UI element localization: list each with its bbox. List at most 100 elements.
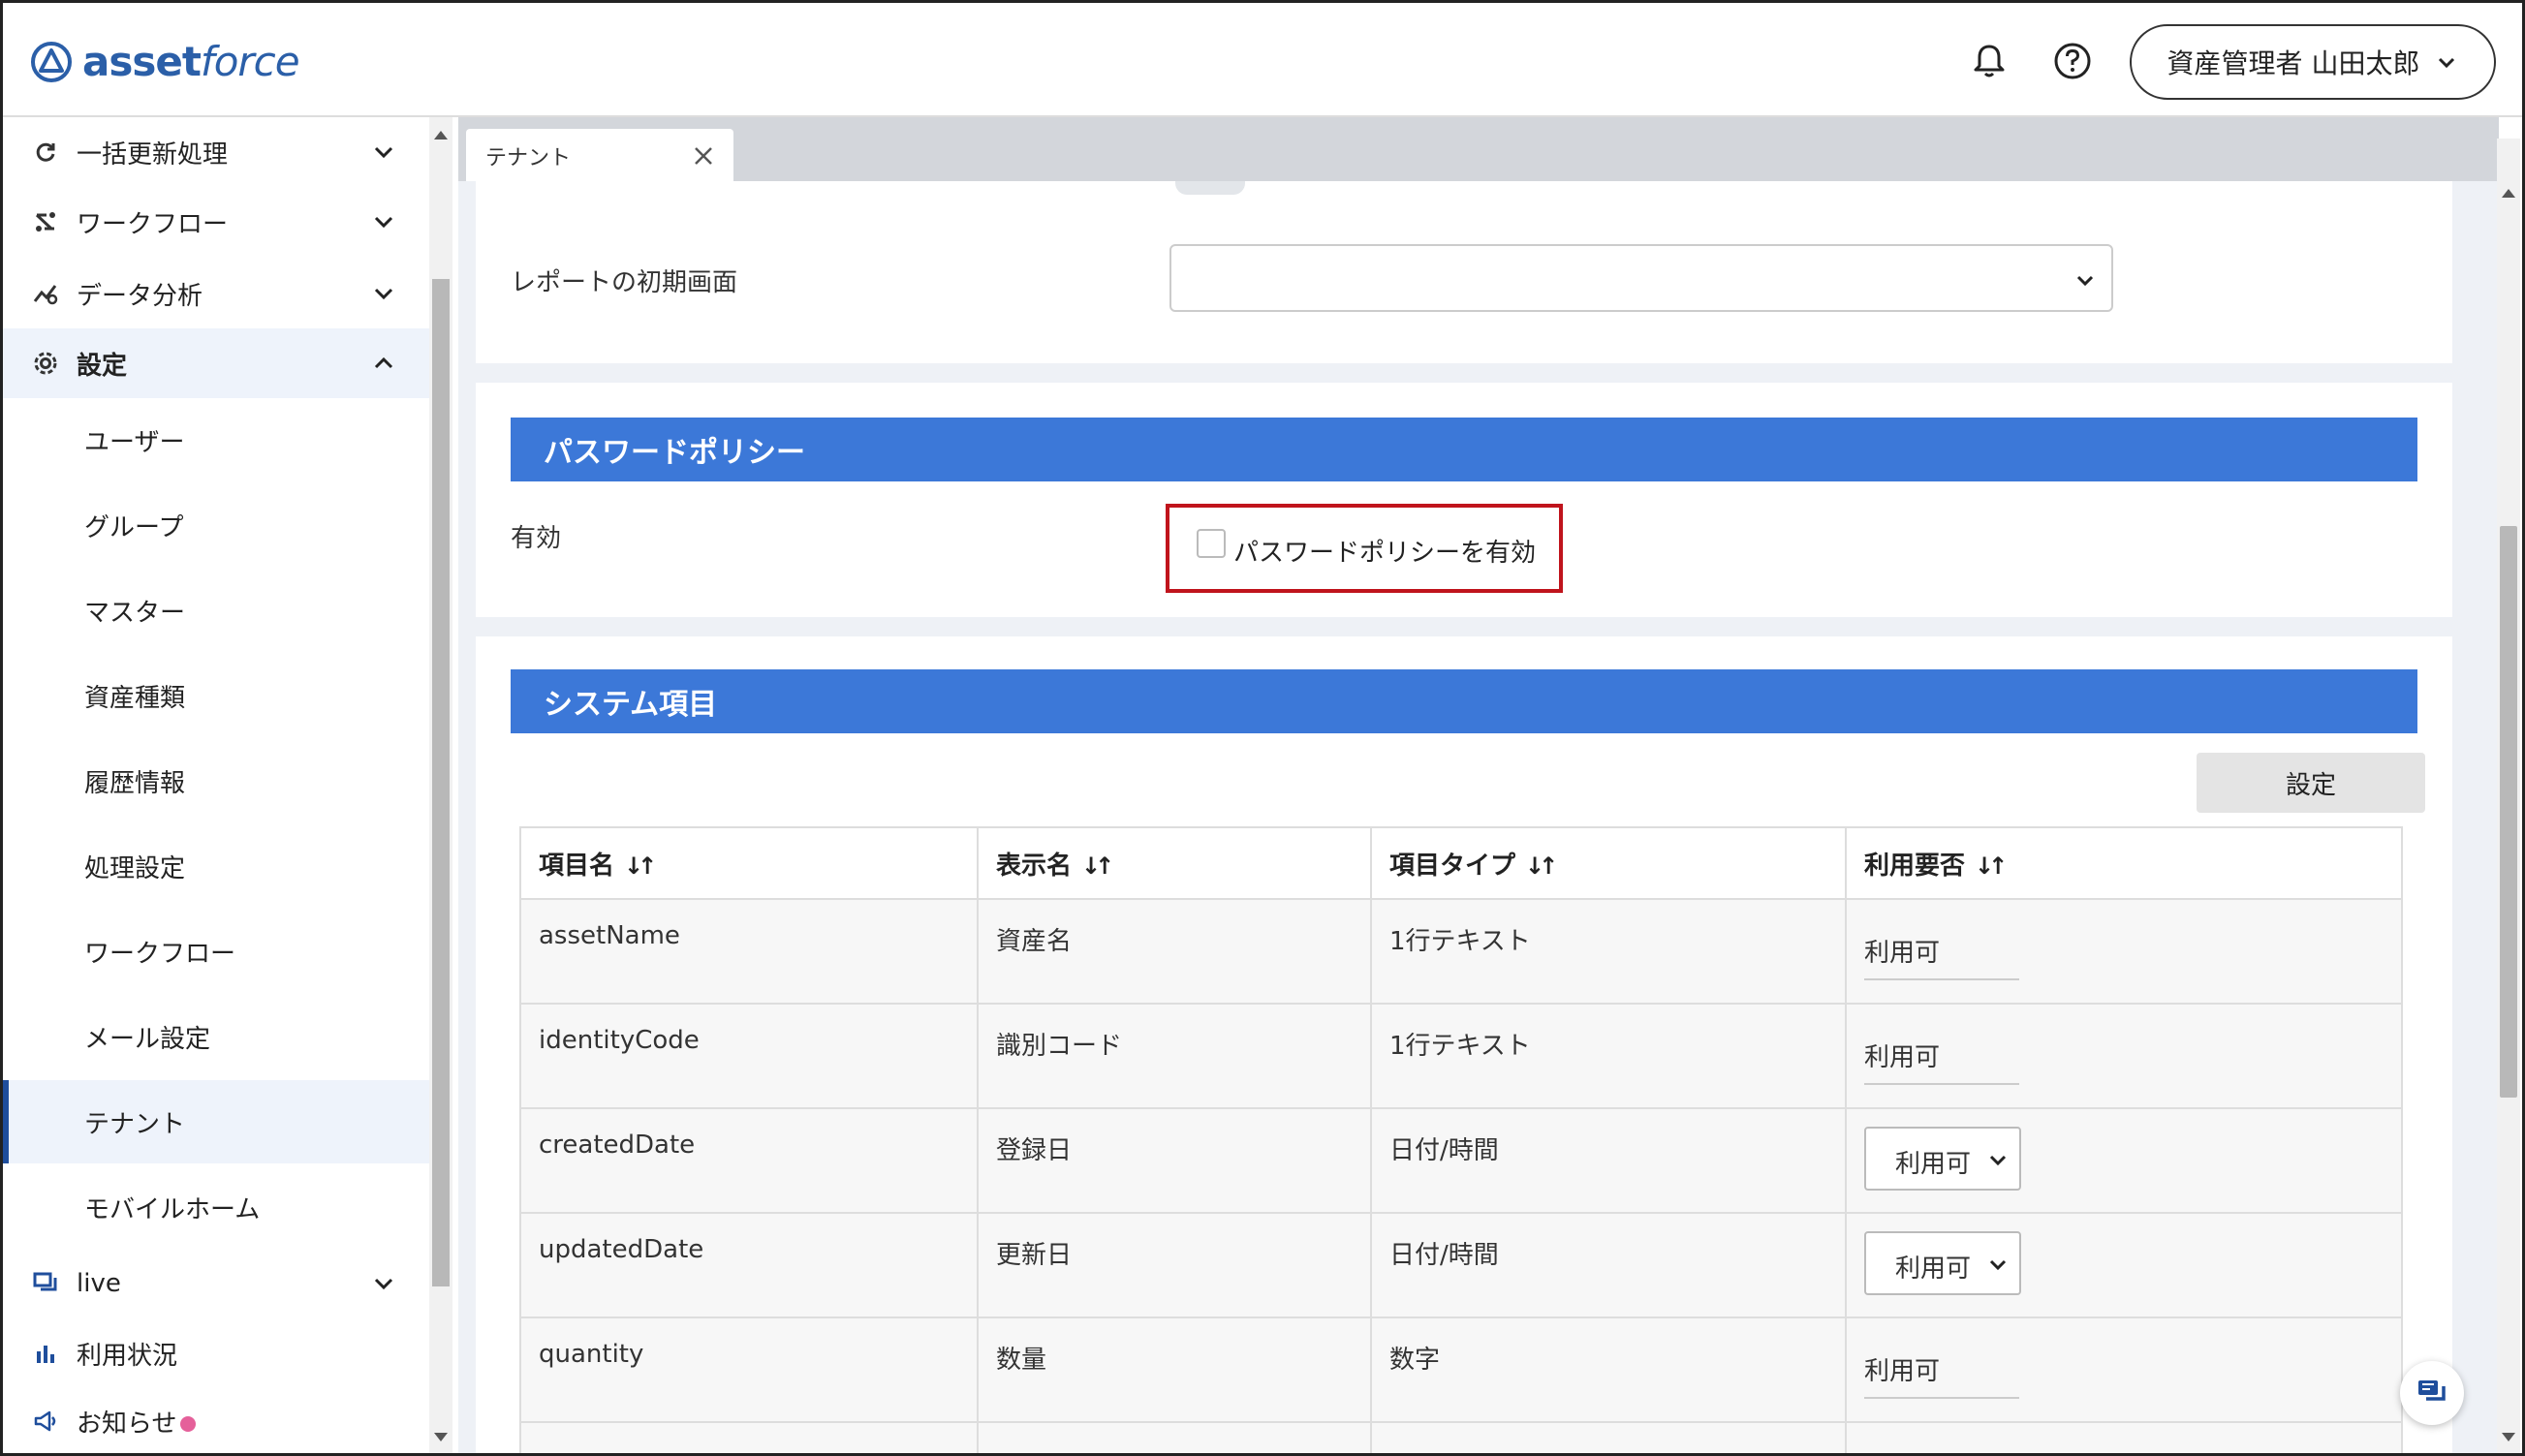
sidebar-scroll-up-icon[interactable]: [434, 131, 448, 139]
sidebar-item-processing[interactable]: 処理設定: [3, 824, 429, 908]
tab-bar: [458, 117, 2499, 181]
sidebar-item-mobile-home[interactable]: モバイルホーム: [3, 1165, 429, 1249]
usage-cell: 利用可: [1845, 1317, 2403, 1423]
password-policy-checkbox-label[interactable]: パスワードポリシーを有効: [1233, 533, 1536, 569]
workflow-icon: [35, 212, 55, 232]
chevron-down-icon: [374, 216, 393, 229]
usage-cell: 利用可: [1845, 898, 2403, 1005]
top-header: assetforce 資産管理者 山田太郎: [3, 3, 2522, 117]
bar-chart-icon: [37, 1346, 54, 1363]
column-header-usage[interactable]: 利用要否 ↓↑: [1845, 826, 2403, 900]
sidebar-scroll-down-icon[interactable]: [434, 1433, 448, 1441]
usage-cell: 利用可: [1845, 1212, 2403, 1318]
chat-support-button[interactable]: [2400, 1361, 2464, 1425]
sidebar: 一括更新処理 ワークフロー データ分析 設定 ユーザー グループ マスター 資産…: [3, 117, 429, 1453]
main-scroll-down-icon[interactable]: [2502, 1433, 2515, 1441]
sidebar-item-workflow[interactable]: ワークフロー: [3, 187, 429, 257]
chevron-down-icon: [1989, 1155, 2007, 1166]
chevron-down-icon: [1989, 1259, 2007, 1271]
tab-label: テナント: [485, 146, 572, 170]
sidebar-item-usage[interactable]: 利用状況: [3, 1318, 429, 1388]
sidebar-item-label: データ分析: [77, 281, 203, 311]
display-name-cell: 登録日: [977, 1107, 1372, 1214]
user-menu-button[interactable]: 資産管理者 山田太郎: [2130, 24, 2496, 100]
usage-cell: 利用可: [1845, 1003, 2403, 1109]
sidebar-item-label: live: [77, 1269, 121, 1298]
chevron-down-icon: [374, 288, 393, 300]
sidebar-item-data-analysis[interactable]: データ分析: [3, 259, 429, 328]
password-policy-highlight: パスワードポリシーを有効: [1166, 504, 1563, 593]
sidebar-item-bulk-update[interactable]: 一括更新処理: [3, 117, 429, 187]
user-name: 資産管理者 山田太郎: [2167, 47, 2420, 79]
sidebar-item-asset-types[interactable]: 資産種類: [3, 654, 429, 737]
item-name-cell: quantity: [519, 1317, 979, 1423]
notification-dot: [180, 1416, 197, 1432]
sidebar-item-settings[interactable]: 設定: [3, 328, 429, 398]
report-initial-select[interactable]: [1169, 244, 2113, 312]
column-header-type[interactable]: 項目タイプ ↓↑: [1370, 826, 1847, 900]
item-name-cell: identityCode: [519, 1003, 979, 1109]
sort-icon[interactable]: ↓↑: [1975, 852, 2008, 880]
app-logo[interactable]: assetforce: [30, 38, 300, 85]
table-row: createdDate 登録日 日付/時間 利用可: [519, 1107, 2403, 1214]
item-type-cell: 数字: [1370, 1317, 1847, 1423]
column-header-display[interactable]: 表示名 ↓↑: [977, 826, 1372, 900]
table-row: updatedDate 更新日 日付/時間 利用可: [519, 1212, 2403, 1318]
column-header-name[interactable]: 項目名 ↓↑: [519, 826, 979, 900]
table-row: assetName 資産名 1行テキスト 利用可: [519, 898, 2403, 1005]
sidebar-item-label: 利用状況: [77, 1341, 178, 1371]
close-icon[interactable]: [691, 143, 716, 169]
enabled-label: 有効: [511, 524, 562, 553]
main-content: レポートの初期画面 パスワードポリシー 有効 パスワードポリシーを有効 システム…: [458, 181, 2499, 1453]
sort-icon[interactable]: ↓↑: [1525, 852, 1558, 880]
system-items-header: システム項目: [511, 669, 2417, 733]
notification-bell-icon[interactable]: [1968, 40, 2011, 82]
usage-select[interactable]: 利用可: [1864, 1127, 2021, 1191]
tab-tenant[interactable]: テナント: [466, 129, 733, 183]
sidebar-scrollbar-thumb[interactable]: [432, 279, 450, 1286]
main-scrollbar-thumb[interactable]: [2500, 526, 2517, 1098]
item-type-cell: 日付/時間: [1370, 1107, 1847, 1214]
display-name-cell: 資産名: [977, 898, 1372, 1005]
settings-button[interactable]: 設定: [2197, 753, 2425, 813]
logo-icon: [31, 41, 72, 82]
table-row: [519, 1421, 2403, 1453]
sidebar-item-users[interactable]: ユーザー: [3, 398, 429, 481]
chat-icon: [33, 1272, 57, 1291]
item-type-cell: 1行テキスト: [1370, 898, 1847, 1005]
sidebar-item-workflow-settings[interactable]: ワークフロー: [3, 910, 429, 993]
password-policy-card: パスワードポリシー 有効 パスワードポリシーを有効: [476, 383, 2452, 617]
sidebar-item-live[interactable]: live: [3, 1249, 429, 1318]
sidebar-item-tenant[interactable]: テナント: [3, 1080, 429, 1163]
sidebar-item-groups[interactable]: グループ: [3, 483, 429, 567]
chat-icon: [2418, 1380, 2446, 1401]
item-name-cell: assetName: [519, 898, 979, 1005]
usage-cell: [1845, 1421, 2403, 1453]
report-initial-label: レポートの初期画面: [511, 268, 738, 297]
usage-select[interactable]: 利用可: [1864, 1231, 2021, 1295]
password-policy-checkbox[interactable]: [1197, 529, 1226, 558]
display-name-cell: 数量: [977, 1317, 1372, 1423]
sidebar-item-history[interactable]: 履歴情報: [3, 739, 429, 822]
sidebar-item-label: 設定: [77, 351, 128, 381]
table-row: quantity 数量 数字 利用可: [519, 1317, 2403, 1423]
usage-select-value: 利用可: [1895, 1255, 1972, 1284]
sort-icon[interactable]: ↓↑: [1081, 852, 1114, 880]
item-type-cell: 1行テキスト: [1370, 1003, 1847, 1109]
sidebar-item-master[interactable]: マスター: [3, 569, 429, 652]
password-policy-header: パスワードポリシー: [511, 418, 2417, 481]
sidebar-item-label: ワークフロー: [77, 209, 229, 239]
logo-text: assetforce: [82, 38, 300, 85]
item-name-cell: createdDate: [519, 1107, 979, 1214]
help-icon[interactable]: [2051, 40, 2094, 82]
analytics-icon: [33, 285, 58, 305]
display-name-cell: [977, 1421, 1372, 1453]
toggle-switch[interactable]: [1175, 181, 1245, 195]
main-scroll-up-icon[interactable]: [2502, 189, 2515, 198]
sidebar-item-news[interactable]: お知らせ: [3, 1386, 429, 1453]
sidebar-item-mail-settings[interactable]: メール設定: [3, 995, 429, 1078]
chevron-down-icon: [374, 146, 393, 159]
sort-icon[interactable]: ↓↑: [624, 852, 657, 880]
item-type-cell: 日付/時間: [1370, 1212, 1847, 1318]
system-items-card: システム項目 設定 項目名 ↓↑ 表示名 ↓↑ 項目タイプ ↓↑ 利用要否 ↓↑ ass…: [476, 636, 2452, 1453]
